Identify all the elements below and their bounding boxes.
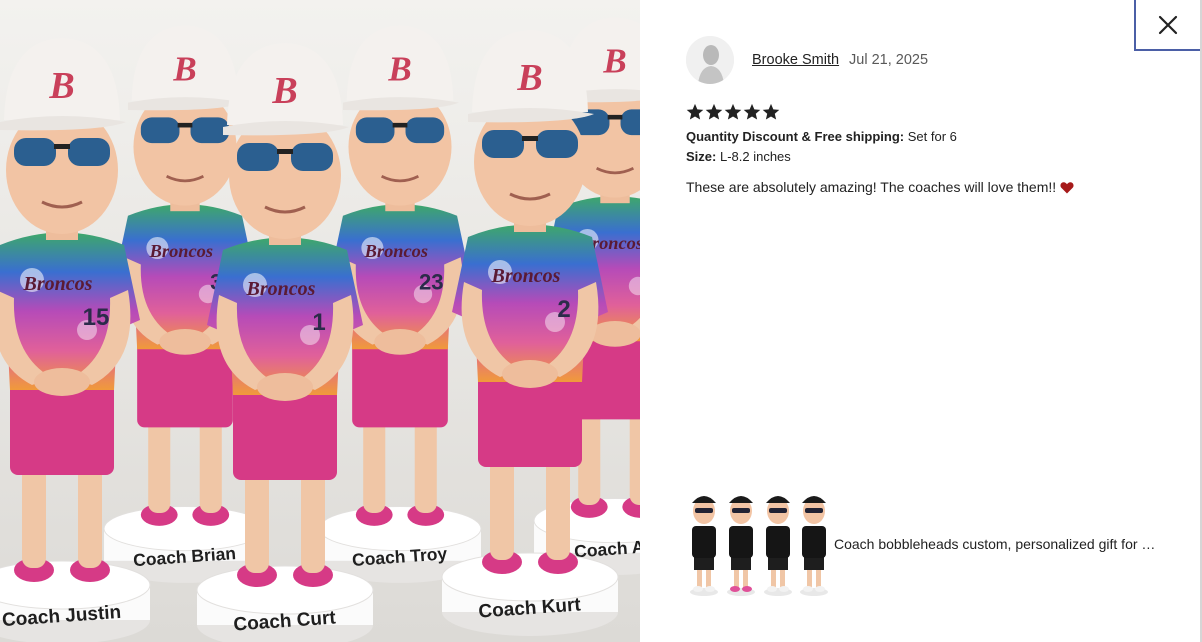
- cap-logo: B: [387, 50, 411, 89]
- product-title: Coach bobbleheads custom, personalized g…: [834, 536, 1156, 552]
- cap-logo: B: [516, 57, 542, 99]
- jersey-number: 1: [312, 309, 325, 336]
- review-photo: Coach BrianBroncos3BCoach TroyBroncos23B…: [0, 0, 640, 642]
- star-rating: [686, 103, 780, 121]
- cap-logo: B: [172, 50, 196, 89]
- cap-logo: B: [271, 70, 297, 112]
- star-icon: [762, 103, 780, 120]
- jersey-team-name: Broncos: [246, 278, 316, 300]
- jersey-number: 15: [83, 304, 110, 331]
- heart-icon: [1060, 181, 1074, 193]
- star-icon: [686, 103, 704, 120]
- detail-value: L-8.2 inches: [719, 148, 791, 164]
- close-button[interactable]: [1134, 0, 1200, 51]
- review-text: These are absolutely amazing! The coache…: [686, 179, 1057, 195]
- jersey-number: 23: [419, 269, 444, 294]
- person-silhouette-icon: [686, 36, 734, 84]
- cap-logo: B: [602, 42, 626, 81]
- close-icon: [1158, 15, 1178, 34]
- jersey-team-name: Broncos: [23, 273, 93, 295]
- star-icon: [724, 103, 742, 120]
- product-thumbnail: [686, 486, 830, 602]
- detail-label: Quantity Discount & Free shipping:: [686, 129, 905, 144]
- detail-quantity: Quantity Discount & Free shipping: Set f…: [686, 127, 957, 147]
- reviewer-name-link[interactable]: Brooke Smith: [752, 52, 839, 68]
- review-panel: Brooke Smith Jul 21, 2025 Quantity Disco…: [640, 0, 1202, 642]
- bobblehead-photo: Coach BrianBroncos3BCoach TroyBroncos23B…: [0, 0, 640, 642]
- product-link[interactable]: Coach bobbleheads custom, personalized g…: [686, 486, 1184, 602]
- detail-label: Size:: [686, 148, 717, 164]
- reviewer-row: Brooke Smith Jul 21, 2025: [686, 36, 928, 84]
- jersey-number: 2: [557, 296, 570, 323]
- avatar: [686, 36, 734, 84]
- star-icon: [743, 103, 761, 120]
- cap-logo: B: [48, 65, 74, 107]
- product-thumbnail-image: [686, 486, 830, 602]
- star-icon: [705, 103, 723, 120]
- jersey-team-name: Broncos: [149, 241, 213, 261]
- purchase-details: Quantity Discount & Free shipping: Set f…: [686, 127, 957, 166]
- detail-size: Size: L-8.2 inches: [686, 147, 957, 167]
- review-body: These are absolutely amazing! The coache…: [686, 179, 1074, 195]
- jersey-team-name: Broncos: [364, 241, 428, 261]
- jersey-team-name: Broncos: [491, 265, 561, 287]
- review-date: Jul 21, 2025: [849, 52, 929, 68]
- detail-value: Set for 6: [907, 129, 957, 144]
